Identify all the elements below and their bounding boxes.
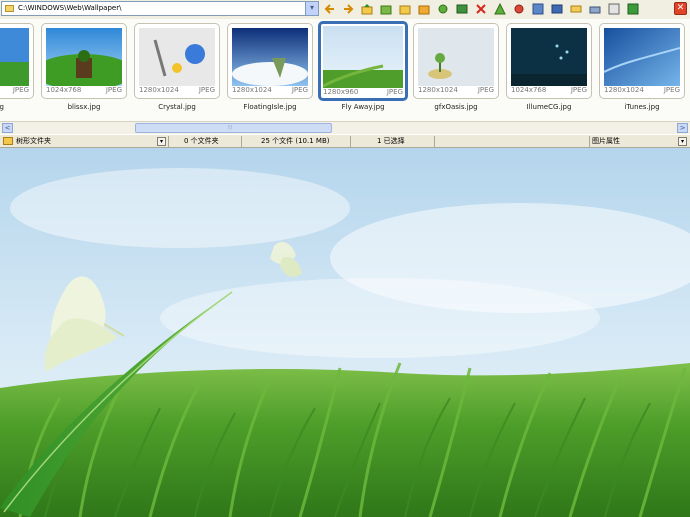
thumbnail-dims: 1280x960 [323, 88, 359, 96]
thumbnail[interactable]: 1280x1024 JPEG [413, 23, 499, 99]
thumbnail[interactable]: 1280x1024 JPEG [134, 23, 220, 99]
thumbnail-name: blissx.jpg [67, 103, 101, 111]
thumbnail-image [323, 26, 403, 88]
address-text: C:\WINDOWS\Web\Wallpaper\ [18, 4, 122, 12]
thumbnail-name: gfxOasis.jpg [434, 103, 478, 111]
file-count: 25 个文件 (10.1 MB) [261, 137, 330, 145]
back-arrow-icon[interactable] [324, 3, 336, 15]
thumbnail-image [0, 28, 29, 86]
folder-tree-dropdown-icon[interactable]: ▾ [157, 137, 166, 146]
print-icon[interactable] [589, 3, 601, 15]
address-bar[interactable]: C:\WINDOWS\Web\Wallpaper\ ▾ [1, 1, 319, 16]
thumbnail-name: g [0, 103, 4, 111]
wallpaper-image [0, 148, 690, 517]
email-icon[interactable] [570, 3, 582, 15]
close-button[interactable]: ✕ [674, 2, 687, 15]
status-separator [350, 136, 351, 147]
status-separator [241, 136, 242, 147]
scroll-grip: ⦙⦙⦙ [228, 124, 233, 131]
thumbnail[interactable]: 1280x1024 JPEG [599, 23, 685, 99]
thumbnail[interactable]: 1024x768 JPEG [41, 23, 127, 99]
thumbnail-name: Fly Away.jpg [341, 103, 385, 111]
thumbnail-name: iTunes.jpg [624, 103, 660, 111]
thumbnail-dims: 1280x1024 [232, 86, 272, 94]
thumbnail-name: FloatingIsle.jpg [243, 103, 297, 111]
selection-count: 1 已选择 [377, 137, 405, 145]
grid-icon[interactable] [532, 3, 544, 15]
thumbnail-selected[interactable]: 1280x960 JPEG [318, 21, 408, 101]
status-separator [434, 136, 435, 147]
thumbnail-format: JPEG [663, 86, 680, 94]
slideshow-icon[interactable] [551, 3, 563, 15]
folder-star-icon[interactable] [418, 3, 430, 15]
thumbnail-dims: 1280x1024 [139, 86, 179, 94]
folder-count: 0 个文件夹 [184, 137, 219, 145]
status-separator [589, 136, 590, 147]
folder-tree-icon [3, 137, 13, 145]
thumbnail-image [511, 28, 587, 86]
thumbnail[interactable]: 1024x768 JPEG [506, 23, 592, 99]
folder-up-icon[interactable] [361, 3, 373, 15]
scroll-right-button[interactable]: > [677, 123, 688, 133]
thumbnail-strip: JPEG g 1024x768 JPEG blissx.jpg 1280x1024… [0, 19, 690, 121]
thumbnail-image [604, 28, 680, 86]
thumbnail-dims: 1280x1024 [604, 86, 644, 94]
scroll-left-button[interactable]: < [2, 123, 13, 133]
status-separator [168, 136, 169, 147]
properties-dropdown-icon[interactable]: ▾ [678, 137, 687, 146]
address-dropdown-button[interactable]: ▾ [305, 2, 318, 15]
folder-icon [5, 5, 14, 12]
open-folder-icon[interactable] [380, 3, 392, 15]
thumbnail-format: JPEG [477, 86, 494, 94]
thumbnail-name: Crystal.jpg [158, 103, 196, 111]
thumbnail-format: JPEG [386, 88, 403, 96]
status-bar: 树形文件夹 ▾ 0 个文件夹 25 个文件 (10.1 MB) 1 已选择 图片… [0, 134, 690, 148]
print-red-icon[interactable] [513, 3, 525, 15]
thumbnail-name: IllumeCG.jpg [526, 103, 572, 111]
thumbnail-image [418, 28, 494, 86]
thumbnail-format: JPEG [105, 86, 122, 94]
thumbnail-dims: 1280x1024 [418, 86, 458, 94]
thumbnail-format: JPEG [198, 86, 215, 94]
thumbnail-format: JPEG [291, 86, 308, 94]
refresh-icon[interactable] [437, 3, 449, 15]
rotate-icon[interactable] [456, 3, 468, 15]
image-viewer[interactable] [0, 148, 690, 517]
folder-tree-label[interactable]: 树形文件夹 [16, 136, 51, 147]
thumbnail-dims: 1024x768 [511, 86, 547, 94]
thumbnail-format: JPEG [570, 86, 587, 94]
thumbnail-dims: 1024x768 [46, 86, 82, 94]
thumbnail-image [46, 28, 122, 86]
new-folder-icon[interactable] [399, 3, 411, 15]
edit-icon[interactable] [608, 3, 620, 15]
export-icon[interactable] [627, 3, 639, 15]
filter-icon[interactable] [494, 3, 506, 15]
delete-icon[interactable] [475, 3, 487, 15]
image-properties-label[interactable]: 图片属性 [592, 136, 620, 147]
thumbnail-image [232, 28, 308, 86]
horizontal-scrollbar[interactable]: < ⦙⦙⦙ > [0, 121, 690, 134]
thumbnail-image [139, 28, 215, 86]
thumbnail-format: JPEG [12, 86, 29, 94]
toolbar: C:\WINDOWS\Web\Wallpaper\ ▾ ✕ [0, 0, 690, 20]
thumbnail[interactable]: 1280x1024 JPEG [227, 23, 313, 99]
scroll-thumb[interactable]: ⦙⦙⦙ [135, 123, 332, 133]
forward-arrow-icon[interactable] [342, 3, 354, 15]
thumbnail[interactable]: JPEG [0, 23, 34, 99]
